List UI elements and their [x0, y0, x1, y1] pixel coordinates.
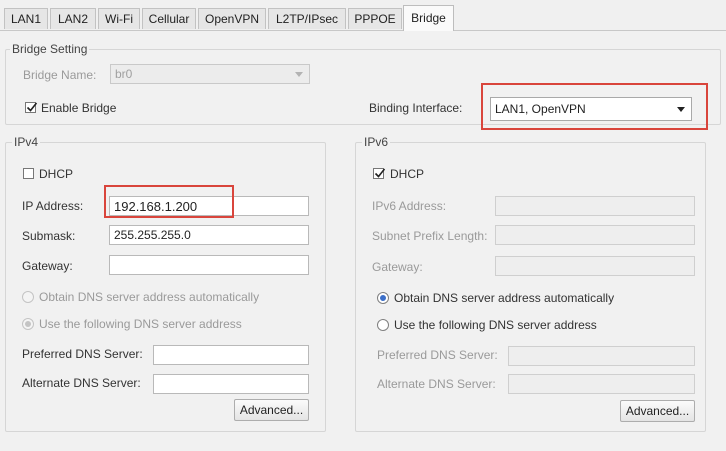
tab-lan2[interactable]: LAN2 — [50, 8, 96, 29]
ipv4-dns-auto-label: Obtain DNS server address automatically — [39, 290, 260, 304]
ipv6-advanced-button[interactable]: Advanced... — [620, 400, 695, 422]
ipv4-preferred-dns-input[interactable] — [153, 345, 309, 365]
enable-bridge-checkbox[interactable] — [25, 102, 38, 113]
tab-openvpn[interactable]: OpenVPN — [198, 8, 266, 29]
ipv4-dns-manual-label: Use the following DNS server address — [39, 317, 242, 331]
ipv4-dns-manual-radio[interactable] — [22, 318, 34, 330]
ipv6-prefix-input[interactable] — [495, 225, 695, 245]
ipv6-address-input[interactable] — [495, 196, 695, 216]
enable-bridge-label: Enable Bridge — [41, 101, 117, 115]
radio-dot — [25, 321, 31, 327]
tab-lan1[interactable]: LAN1 — [4, 8, 48, 29]
ipv4-advanced-button[interactable]: Advanced... — [234, 399, 309, 421]
ipv6-dns-manual-label: Use the following DNS server address — [394, 318, 597, 332]
ipv4-legend: IPv4 — [12, 135, 41, 149]
ipv6-dns-manual-radio[interactable] — [377, 319, 389, 331]
bridge-name-label: Bridge Name: — [23, 68, 97, 82]
ipv4-submask-label: Submask: — [22, 229, 76, 243]
tab-pppoe[interactable]: PPPOE — [348, 8, 402, 29]
tab-bar: LAN1 LAN2 Wi-Fi Cellular OpenVPN L2TP/IP… — [0, 0, 726, 31]
ipv4-alternate-dns-input[interactable] — [153, 374, 309, 394]
tab-l2tp-ipsec[interactable]: L2TP/IPsec — [268, 8, 346, 29]
ipv6-legend: IPv6 — [362, 135, 391, 149]
checkmark-icon — [374, 168, 386, 178]
chevron-down-icon — [677, 107, 685, 112]
bridge-name-select[interactable]: br0 — [110, 64, 310, 84]
tab-bridge[interactable]: Bridge — [403, 5, 454, 31]
ipv4-dhcp-label: DHCP — [39, 167, 74, 181]
bridge-name-value: br0 — [115, 67, 133, 81]
ipv6-dhcp-label: DHCP — [390, 167, 425, 181]
bridge-panel: Bridge Setting Bridge Name: br0 Enable B… — [0, 31, 726, 451]
ipv4-ip-input[interactable] — [109, 196, 309, 216]
binding-interface-select[interactable]: LAN1, OpenVPN — [490, 97, 692, 121]
ipv4-ip-label: IP Address: — [22, 199, 84, 213]
ipv6-gateway-input[interactable] — [495, 256, 695, 276]
ipv6-dhcp-checkbox[interactable] — [373, 168, 386, 179]
ipv6-dns-auto-radio[interactable] — [377, 292, 389, 304]
binding-interface-label: Binding Interface: — [369, 101, 463, 115]
ipv4-dhcp-checkbox[interactable] — [23, 168, 34, 179]
ipv4-submask-input[interactable] — [109, 225, 309, 245]
ipv6-address-label: IPv6 Address: — [372, 199, 447, 213]
tab-cellular[interactable]: Cellular — [142, 8, 196, 29]
checkmark-icon — [26, 102, 38, 112]
binding-interface-value: LAN1, OpenVPN — [495, 102, 586, 116]
ipv6-prefix-label: Subnet Prefix Length: — [372, 229, 488, 243]
ipv6-gateway-label: Gateway: — [372, 260, 423, 274]
ipv6-alternate-dns-input[interactable] — [508, 374, 695, 394]
chevron-down-icon — [295, 72, 303, 77]
bridge-setting-legend: Bridge Setting — [10, 42, 90, 56]
ipv6-alternate-dns-label: Alternate DNS Server: — [377, 377, 496, 391]
tab-wifi[interactable]: Wi-Fi — [98, 8, 140, 29]
ipv4-dns-auto-radio[interactable] — [22, 291, 34, 303]
ipv6-dns-auto-label: Obtain DNS server address automatically — [394, 291, 615, 305]
ipv4-gateway-label: Gateway: — [22, 259, 73, 273]
ipv6-preferred-dns-label: Preferred DNS Server: — [377, 348, 498, 362]
ipv6-preferred-dns-input[interactable] — [508, 346, 695, 366]
radio-dot — [380, 295, 386, 301]
ipv4-gateway-input[interactable] — [109, 255, 309, 275]
ipv4-alternate-dns-label: Alternate DNS Server: — [22, 376, 141, 390]
ipv4-preferred-dns-label: Preferred DNS Server: — [22, 347, 143, 361]
